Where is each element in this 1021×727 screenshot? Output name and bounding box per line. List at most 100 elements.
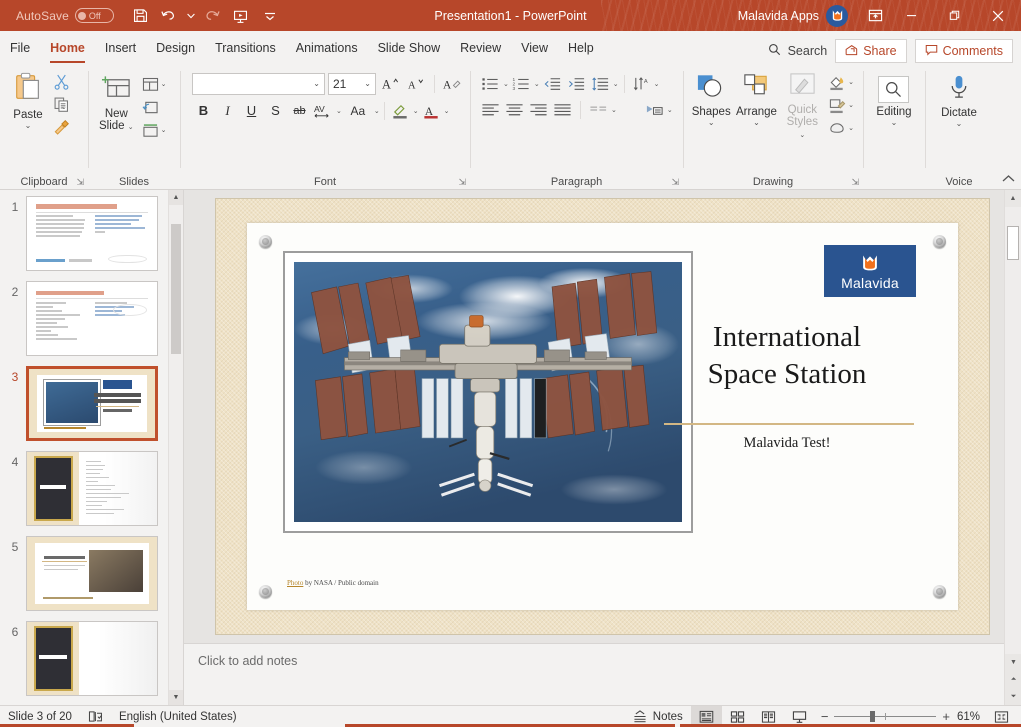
zoom-percentage[interactable]: 61% <box>956 711 986 723</box>
thumbnail-slide-3[interactable]: 3 <box>0 366 183 451</box>
section-caret-icon[interactable]: ⌄ <box>161 126 167 134</box>
thumbnail-frame[interactable] <box>26 196 158 271</box>
bold-button[interactable]: B <box>192 99 215 122</box>
tab-insert[interactable]: Insert <box>95 33 146 63</box>
slide-subtitle[interactable]: Malavida Test! <box>652 435 922 452</box>
next-slide-icon[interactable]: ⏷ <box>1005 688 1021 705</box>
thumbnail-scrollbar[interactable]: ▲ ▼ <box>168 190 183 705</box>
convert-to-smartart-icon[interactable] <box>643 98 666 121</box>
shape-fill-button[interactable]: ⌄ <box>825 71 857 93</box>
shape-effects-button[interactable]: ⌄ <box>825 117 857 139</box>
comments-button[interactable]: Comments <box>915 39 1013 63</box>
smartart-caret-icon[interactable]: ⌄ <box>667 106 673 114</box>
font-name-input[interactable]: ⌄ <box>192 73 325 95</box>
font-color-button[interactable]: A <box>420 99 443 122</box>
search-input[interactable]: Search <box>768 43 828 59</box>
customize-qat-icon[interactable] <box>257 4 283 28</box>
undo-icon[interactable] <box>157 4 183 28</box>
cut-button[interactable] <box>50 70 73 92</box>
collapse-ribbon-icon[interactable] <box>1002 174 1015 186</box>
dictate-caret-icon[interactable]: ⌄ <box>956 120 963 128</box>
thumbnail-scroll-thumb[interactable] <box>171 224 181 354</box>
drawing-dialog-launcher[interactable]: ⇲ <box>851 177 859 188</box>
shape-outline-caret-icon[interactable]: ⌄ <box>848 101 854 109</box>
font-name-caret-icon[interactable]: ⌄ <box>313 79 320 88</box>
tab-review[interactable]: Review <box>450 33 511 63</box>
character-spacing-button[interactable]: AV <box>312 99 335 122</box>
autosave-switch[interactable]: Off <box>75 8 114 23</box>
shape-fill-caret-icon[interactable]: ⌄ <box>848 78 854 86</box>
underline-button[interactable]: U <box>240 99 263 122</box>
increase-indent-icon[interactable] <box>565 72 588 95</box>
zoom-knob[interactable] <box>870 711 875 722</box>
align-center-icon[interactable] <box>503 98 526 121</box>
text-direction-icon[interactable]: A <box>630 72 653 95</box>
paste-button[interactable]: Paste ⌄ <box>6 68 50 133</box>
editing-caret-icon[interactable]: ⌄ <box>891 119 898 127</box>
previous-slide-icon[interactable]: ⏶ <box>1005 671 1021 688</box>
slide-title[interactable]: International Space Station <box>652 319 922 393</box>
decrease-indent-icon[interactable] <box>541 72 564 95</box>
text-shadow-button[interactable]: S <box>264 99 287 122</box>
thumbnail-slide-1[interactable]: 1 <box>0 196 183 281</box>
layout-caret-icon[interactable]: ⌄ <box>161 80 167 88</box>
decrease-font-size-icon[interactable]: A <box>405 72 428 95</box>
justify-icon[interactable] <box>551 98 574 121</box>
zoom-slider[interactable]: − + <box>815 712 956 722</box>
font-size-input[interactable]: 21 ⌄ <box>328 73 376 95</box>
paste-caret-icon[interactable]: ⌄ <box>25 122 32 130</box>
change-case-button[interactable]: Aa <box>343 99 373 122</box>
dictate-button[interactable]: Dictate ⌄ <box>936 71 982 131</box>
thumbnail-slide-4[interactable]: 4 <box>0 451 183 536</box>
current-slide[interactable]: Photo by NASA / Public domain Malavida I… <box>216 199 989 634</box>
editing-button[interactable]: Editing ⌄ <box>871 73 916 130</box>
undo-dropdown-icon[interactable] <box>186 4 196 28</box>
columns-caret-icon[interactable]: ⌄ <box>611 106 617 114</box>
ribbon-display-options-icon[interactable] <box>860 0 890 31</box>
layout-button[interactable]: ⌄ <box>139 73 170 95</box>
thumbnail-slide-5[interactable]: 5 <box>0 536 183 621</box>
strikethrough-button[interactable]: ab <box>288 99 311 122</box>
line-spacing-caret-icon[interactable]: ⌄ <box>613 80 619 88</box>
zoom-in-button[interactable]: + <box>942 712 950 722</box>
reset-button[interactable] <box>139 96 170 118</box>
shapes-button[interactable]: Shapes ⌄ <box>689 69 733 130</box>
thumbnail-frame[interactable] <box>26 366 158 441</box>
zoom-out-button[interactable]: − <box>821 712 829 722</box>
shape-effects-caret-icon[interactable]: ⌄ <box>848 124 854 132</box>
change-case-caret-icon[interactable]: ⌄ <box>374 107 380 115</box>
tab-home[interactable]: Home <box>40 33 95 63</box>
numbering-icon[interactable]: 1 2 3 <box>510 72 533 95</box>
new-slide-caret-icon[interactable]: ⌄ <box>128 124 134 131</box>
thumbnail-frame[interactable] <box>26 451 158 526</box>
close-button[interactable] <box>976 0 1019 31</box>
section-button[interactable]: ⌄ <box>139 119 170 141</box>
text-direction-caret-icon[interactable]: ⌄ <box>654 80 660 88</box>
font-color-caret-icon[interactable]: ⌄ <box>444 107 450 115</box>
autosave-toggle[interactable]: AutoSave Off <box>16 8 114 23</box>
tab-design[interactable]: Design <box>146 33 205 63</box>
scroll-down-icon[interactable]: ▼ <box>1005 654 1021 671</box>
align-left-icon[interactable] <box>479 98 502 121</box>
slide-vertical-scrollbar[interactable]: ▲ ▼ ⏶ ⏷ <box>1004 190 1021 705</box>
shape-outline-button[interactable]: ⌄ <box>825 94 857 116</box>
text-highlight-color-button[interactable] <box>389 99 412 122</box>
redo-icon[interactable] <box>199 4 225 28</box>
new-slide-button[interactable]: New Slide ⌄ <box>94 71 139 137</box>
tab-view[interactable]: View <box>511 33 558 63</box>
align-right-icon[interactable] <box>527 98 550 121</box>
account-area[interactable]: Malavida Apps <box>738 5 848 27</box>
increase-font-size-icon[interactable]: A <box>379 72 402 95</box>
thumbnail-scroll-down-icon[interactable]: ▼ <box>169 690 183 705</box>
minimize-button[interactable] <box>890 0 933 31</box>
notes-pane[interactable]: Click to add notes <box>184 643 1021 705</box>
quick-styles-caret-icon[interactable]: ⌄ <box>799 132 805 139</box>
copy-dropdown-icon[interactable]: ⌄ <box>61 103 67 111</box>
restore-button[interactable] <box>933 0 976 31</box>
text-highlight-caret-icon[interactable]: ⌄ <box>413 107 419 115</box>
thumbnail-frame[interactable] <box>26 621 158 696</box>
line-spacing-icon[interactable] <box>589 72 612 95</box>
avatar[interactable] <box>826 5 848 27</box>
columns-icon[interactable] <box>587 98 610 121</box>
scroll-thumb[interactable] <box>1007 226 1019 260</box>
